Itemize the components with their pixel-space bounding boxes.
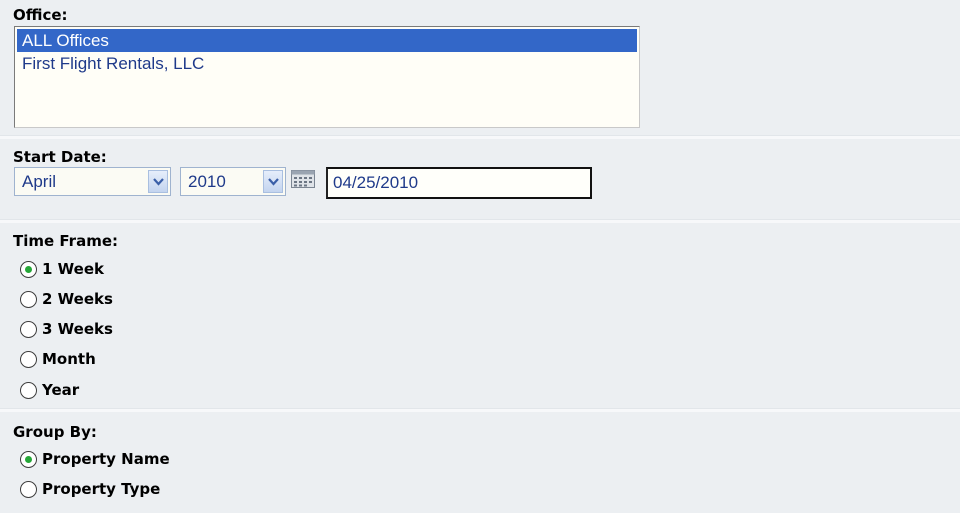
group-by-label: Group By:: [13, 423, 97, 441]
year-select-value: 2010: [188, 172, 226, 191]
radio-label: Property Type: [42, 480, 161, 498]
start-date-section: Start Date:: [0, 148, 960, 166]
time-frame-option-3-weeks[interactable]: 3 Weeks: [20, 317, 113, 341]
chevron-down-icon[interactable]: [148, 170, 168, 193]
year-select[interactable]: 2010: [180, 167, 286, 196]
radio-button[interactable]: [20, 480, 37, 498]
radio-label: 2 Weeks: [42, 290, 113, 308]
radio-button[interactable]: [20, 290, 37, 308]
month-select[interactable]: April: [14, 167, 171, 196]
group-by-option-property-name[interactable]: Property Name: [20, 447, 170, 471]
radio-label: Year: [42, 381, 80, 399]
time-frame-option-month[interactable]: Month: [20, 347, 96, 371]
start-date-label: Start Date:: [13, 148, 107, 166]
chevron-down-icon[interactable]: [263, 170, 283, 193]
office-label: Office:: [13, 6, 68, 24]
office-listbox[interactable]: ALL Offices First Flight Rentals, LLC: [14, 26, 640, 128]
time-frame-section: Time Frame:: [0, 232, 960, 250]
divider: [0, 219, 960, 223]
radio-button[interactable]: [20, 320, 37, 338]
office-section: Office:: [0, 6, 960, 24]
radio-label: Month: [42, 350, 96, 368]
time-frame-option-2-weeks[interactable]: 2 Weeks: [20, 287, 113, 311]
radio-button[interactable]: [20, 450, 37, 468]
radio-label: 1 Week: [42, 260, 104, 278]
start-date-input[interactable]: 04/25/2010: [326, 167, 592, 199]
group-by-option-property-type[interactable]: Property Type: [20, 477, 160, 501]
radio-label: 3 Weeks: [42, 320, 113, 338]
office-option-first-flight[interactable]: First Flight Rentals, LLC: [17, 52, 637, 75]
radio-button[interactable]: [20, 350, 37, 368]
radio-label: Property Name: [42, 450, 170, 468]
time-frame-option-year[interactable]: Year: [20, 378, 79, 402]
calendar-icon[interactable]: [291, 170, 315, 188]
divider: [0, 135, 960, 139]
month-select-value: April: [22, 172, 57, 191]
time-frame-label: Time Frame:: [13, 232, 119, 250]
time-frame-option-1-week[interactable]: 1 Week: [20, 257, 104, 281]
group-by-section: Group By:: [0, 423, 960, 441]
office-option-all[interactable]: ALL Offices: [17, 29, 637, 52]
divider: [0, 408, 960, 412]
radio-button[interactable]: [20, 260, 37, 278]
radio-button[interactable]: [20, 381, 37, 399]
